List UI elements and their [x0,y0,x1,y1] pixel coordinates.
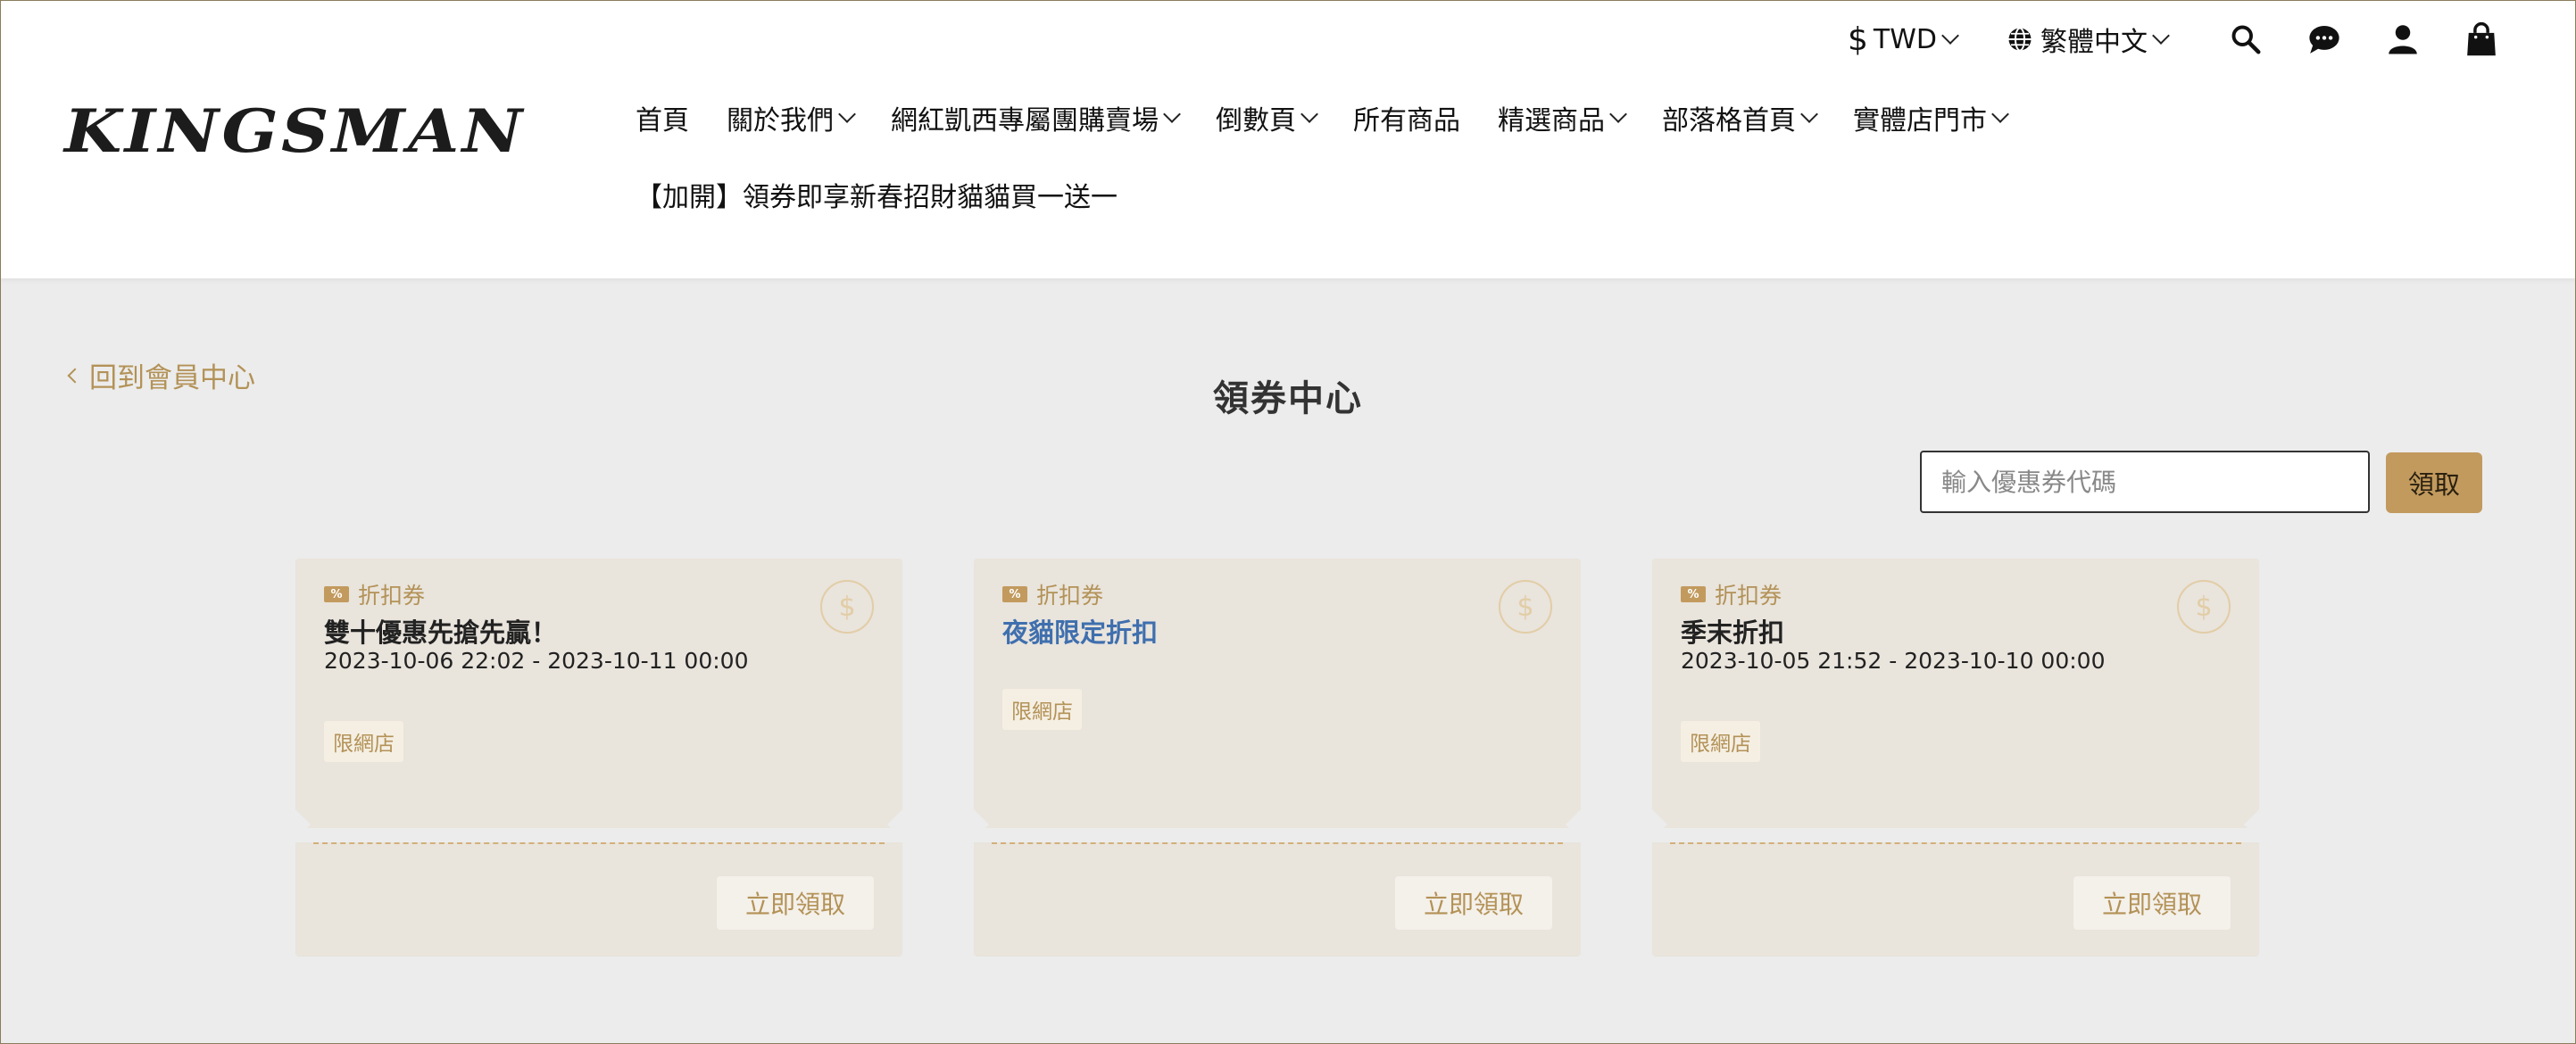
language-selector[interactable]: 繁體中文 [2007,20,2170,59]
coupon-code-input[interactable] [1920,451,2370,513]
language-label: 繁體中文 [2040,27,2148,58]
cart-icon[interactable] [2464,21,2499,57]
dollar-circle-icon: $ [2177,580,2231,634]
coupon-type: % 折扣券 [324,578,425,610]
claim-code-button[interactable]: 領取 [2386,452,2482,513]
main-nav: 首頁 關於我們 網紅凱西專屬團購賣場 倒數頁 所有商品 精選商品 部落格首頁 實… [636,98,2044,137]
chevron-down-icon [1941,27,1959,45]
dollar-circle-icon: $ [820,580,874,634]
chevron-down-icon [838,105,856,123]
ticket-icon: % [1002,586,1027,602]
claim-coupon-button[interactable]: 立即領取 [2073,876,2231,930]
chevron-down-icon [1163,105,1181,123]
nav-item-about[interactable]: 關於我們 [727,98,856,137]
coupon-tag: 限網店 [324,721,403,762]
coupon-tag: 限網店 [1681,721,1760,762]
nav-item-influencer-group-buy[interactable]: 網紅凱西專屬團購賣場 [891,98,1181,137]
nav-item-stores[interactable]: 實體店門市 [1853,98,2009,137]
coupon-card: % 折扣券 $ 季末折扣 2023-10-05 21:52 - 2023-10-… [1637,559,2274,957]
coupon-title: 雙十優惠先搶先贏！ [324,617,558,648]
coupon-divider [313,842,885,844]
coupon-title[interactable]: 夜貓限定折扣 [1002,612,1158,650]
chevron-down-icon [1800,105,1818,123]
coupon-type: % 折扣券 [1681,578,1782,610]
chevron-down-icon [2152,27,2170,45]
coupon-card: % 折扣券 $ 夜貓限定折扣 限網店 立即領取 [959,559,1596,957]
claim-coupon-button[interactable]: 立即領取 [1395,876,1552,930]
site-logo[interactable]: KINGSMAN [64,96,526,166]
claim-coupon-button[interactable]: 立即領取 [717,876,874,930]
nav-item-featured[interactable]: 精選商品 [1498,98,1627,137]
chevron-down-icon [1300,105,1318,123]
coupon-type: % 折扣券 [1002,578,1103,610]
chat-icon[interactable] [2306,21,2342,57]
dollar-sign-icon: $ [1848,21,1868,58]
coupon-date-range: 2023-10-05 21:52 - 2023-10-10 00:00 [1681,648,2106,674]
coupon-title: 季末折扣 [1681,617,1785,648]
page-title: 領券中心 [1213,378,1363,419]
coupon-divider [1670,842,2241,844]
user-icon[interactable] [2385,21,2421,57]
coupon-tag: 限網店 [1002,689,1082,730]
top-utility-bar: $ TWD 繁體中文 [1798,16,2499,62]
coupon-divider [992,842,1563,844]
currency-selector[interactable]: $ TWD [1848,21,1959,58]
coupon-card: % 折扣券 $ 雙十優惠先搶先贏！ 2023-10-06 22:02 - 202… [280,559,918,957]
coupon-date-range: 2023-10-06 22:02 - 2023-10-11 00:00 [324,648,749,674]
nav-item-promo[interactable]: 【加開】領券即享新春招財貓貓買一送一 [636,175,1118,214]
ticket-icon: % [1681,586,1706,602]
dollar-circle-icon: $ [1499,580,1552,634]
chevron-down-icon [1991,105,2009,123]
site-header: KINGSMAN $ TWD 繁體中文 首頁 關於我們 網紅凱西專屬團購賣場 倒… [0,0,2576,278]
nav-item-blog[interactable]: 部落格首頁 [1662,98,1818,137]
nav-item-home[interactable]: 首頁 [636,98,689,137]
chevron-down-icon [1609,105,1627,123]
globe-icon [2007,26,2033,53]
nav-item-countdown[interactable]: 倒數頁 [1216,98,1318,137]
search-icon[interactable] [2228,21,2264,57]
currency-label: TWD [1873,23,1937,55]
nav-item-all-products[interactable]: 所有商品 [1353,98,1460,137]
ticket-icon: % [324,586,349,602]
